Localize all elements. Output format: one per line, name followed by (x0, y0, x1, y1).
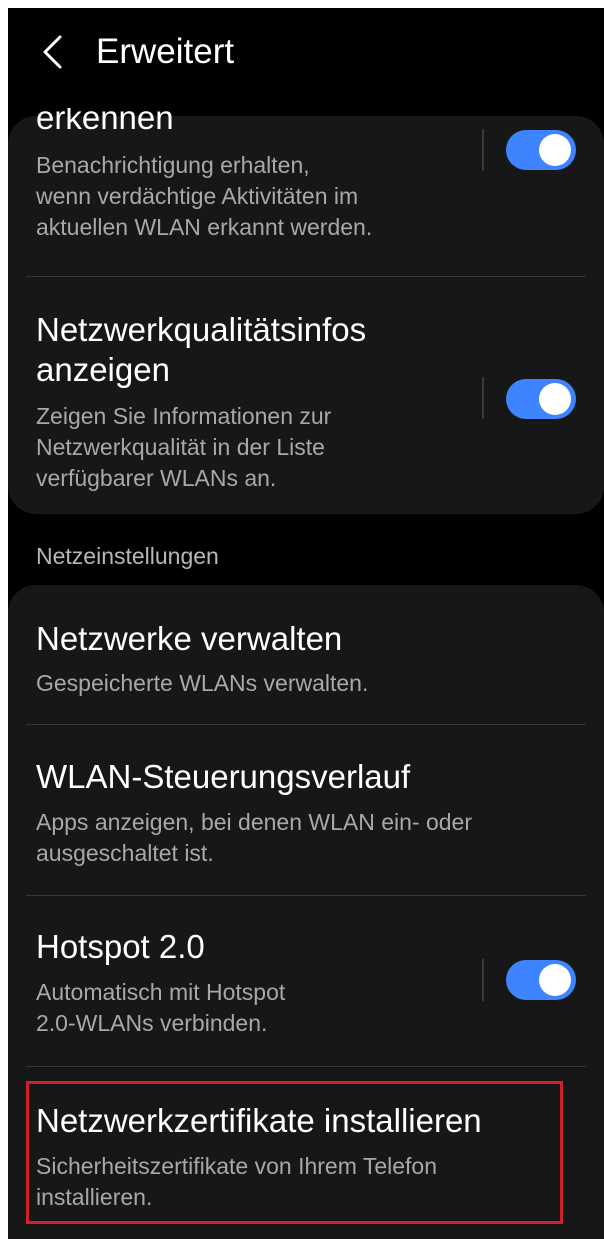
toggle-separator (482, 377, 484, 419)
network-settings-card: Netzwerke verwalten Gespeicherte WLANs v… (8, 585, 604, 1239)
app-bar: Erweitert (8, 8, 604, 108)
toggle-separator (482, 129, 484, 171)
back-button[interactable] (34, 32, 70, 72)
network-quality-toggle[interactable] (506, 379, 576, 419)
item-description-line: Apps anzeigen, bei denen WLAN ein- oder (36, 809, 473, 835)
hotspot-20-item[interactable]: Hotspot 2.0 Automatisch mit Hotspot 2.0-… (8, 896, 604, 1066)
network-quality-item[interactable]: Netzwerkqualitätsinfos anzeigen Zeigen S… (8, 277, 604, 513)
install-network-certificates-item[interactable]: Netzwerkzertifikate installieren Sicherh… (8, 1067, 604, 1239)
suspicious-network-toggle[interactable] (506, 130, 576, 170)
chevron-left-icon (43, 35, 62, 69)
item-description-line: Benachrichtigung erhalten, (36, 152, 310, 178)
toggle-knob (539, 383, 571, 415)
page-title: Erweitert (96, 32, 235, 71)
item-title: Netzwerkzertifikate installieren (36, 1102, 482, 1139)
toggle-knob (539, 964, 571, 996)
item-description-line: Sicherheitszertifikate von Ihrem Telefon (36, 1153, 437, 1179)
item-description-line: 2.0-WLANs verbinden. (36, 1010, 268, 1036)
item-description-line: Gespeicherte WLANs verwalten. (36, 670, 369, 696)
item-description-line: installieren. (36, 1184, 153, 1210)
settings-screen: erkennen Benachrichtigung erhalten, wenn… (8, 8, 604, 1239)
item-title: WLAN-Steuerungsverlauf (36, 758, 411, 795)
wlan-options-card: erkennen Benachrichtigung erhalten, wenn… (8, 99, 604, 514)
item-description-line: ausgeschaltet ist. (36, 840, 214, 866)
item-description-line: Automatisch mit Hotspot (36, 979, 286, 1005)
item-description-line: Zeigen Sie Informationen zur (36, 403, 332, 429)
wlan-control-history-item[interactable]: WLAN-Steuerungsverlauf Apps anzeigen, be… (8, 725, 604, 895)
manage-networks-item[interactable]: Netzwerke verwalten Gespeicherte WLANs v… (8, 585, 604, 723)
item-description-line: Netzwerkqualität in der Liste (36, 434, 325, 460)
item-description-line: verfügbarer WLANs an. (36, 465, 277, 491)
hotspot-20-toggle[interactable] (506, 960, 576, 1000)
item-title-line: anzeigen (36, 351, 170, 388)
section-header-network-settings: Netzeinstellungen (36, 543, 219, 569)
item-description-line: wenn verdächtige Aktivitäten im (36, 183, 359, 209)
item-title-line: Netzwerkqualitätsinfos (36, 311, 367, 348)
suspicious-network-item[interactable]: erkennen Benachrichtigung erhalten, wenn… (8, 99, 604, 274)
item-title: Netzwerke verwalten (36, 620, 343, 657)
toggle-separator (482, 959, 484, 1001)
item-description-line: aktuellen WLAN erkannt werden. (36, 214, 373, 240)
toggle-knob (539, 134, 571, 166)
item-title: Hotspot 2.0 (36, 928, 205, 965)
